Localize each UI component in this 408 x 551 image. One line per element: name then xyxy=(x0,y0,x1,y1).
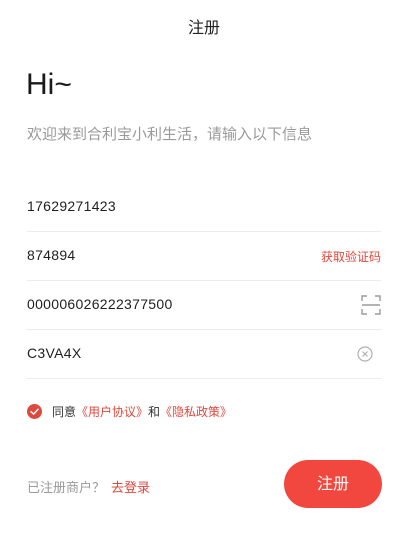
phone-row xyxy=(27,183,381,232)
register-button[interactable]: 注册 xyxy=(284,460,382,508)
merchant-number-row xyxy=(27,281,381,330)
login-link[interactable]: 去登录 xyxy=(111,481,150,496)
welcome-subtitle: 欢迎来到合利宝小利生活，请输入以下信息 xyxy=(27,125,313,143)
user-agreement-link[interactable]: 《用户协议》 xyxy=(76,403,148,420)
login-hint: 已注册商户？ 去登录 xyxy=(27,477,150,496)
captcha-input[interactable] xyxy=(27,345,317,361)
phone-input[interactable] xyxy=(27,198,317,214)
get-code-button[interactable]: 获取验证码 xyxy=(321,248,381,265)
scan-icon[interactable] xyxy=(361,295,381,315)
merchant-number-input[interactable] xyxy=(27,296,317,312)
clear-icon[interactable] xyxy=(357,346,373,362)
checkbox-checked-icon[interactable] xyxy=(27,403,42,419)
agreement-row: 同意 《用户协议》 和 《隐私政策》 xyxy=(27,402,232,420)
captcha-row xyxy=(27,330,381,379)
agreement-prefix: 同意 xyxy=(52,404,77,419)
sms-code-row: 获取验证码 xyxy=(27,232,381,281)
page-title: 注册 xyxy=(187,18,220,37)
agreement-conjunction: 和 xyxy=(148,404,161,419)
sms-code-input[interactable] xyxy=(27,247,317,263)
privacy-policy-link[interactable]: 《隐私政策》 xyxy=(160,403,232,420)
greeting-heading: Hi~ xyxy=(26,68,72,101)
login-hint-text: 已注册商户？ xyxy=(27,481,106,496)
